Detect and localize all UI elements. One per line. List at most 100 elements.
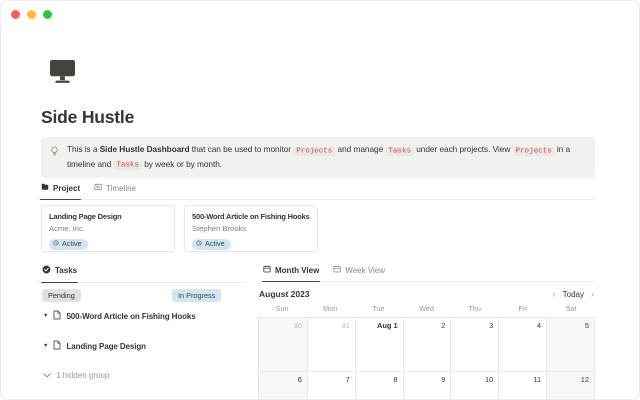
calendar-cell[interactable]: 7 <box>307 371 355 400</box>
calendar-cell[interactable]: 3 <box>450 318 498 371</box>
calendar-cell[interactable]: Aug 1 <box>355 318 403 371</box>
project-view-tabs: Project Timeline <box>36 181 595 200</box>
tab-month-view[interactable]: Month View <box>258 263 324 281</box>
callout-segment: Tasks <box>385 147 414 156</box>
app-window: Side Hustle This is a Side Hustle Dashbo… <box>0 0 640 400</box>
tab-label: Month View <box>275 266 319 275</box>
tab-label: Week View <box>345 266 385 275</box>
project-card[interactable]: Landing Page Design Acme, Inc. Active <box>41 205 175 252</box>
calendar-cell[interactable]: 10 <box>450 371 498 400</box>
callout-segment: Projects <box>293 147 335 156</box>
calendar-date-label: 30 <box>259 318 307 330</box>
calendar-date-label: 3 <box>451 318 498 330</box>
task-group-pill[interactable]: Pending <box>42 289 81 302</box>
callout: This is a Side Hustle Dashboard that can… <box>41 137 595 178</box>
status-badge-label: Active <box>62 240 82 248</box>
task-row-label: Landing Page Design <box>66 342 145 351</box>
calendar-cell[interactable]: 2 <box>403 318 451 371</box>
calendar-today-button[interactable]: Today <box>563 290 584 299</box>
status-badge: Active <box>49 239 88 250</box>
toggle-triangle-icon[interactable]: ▼ <box>43 311 48 321</box>
calendar-prev-button[interactable]: ‹ <box>553 289 556 299</box>
project-card-subtitle: Acme, Inc. <box>49 224 167 233</box>
calendar-date-label: 10 <box>451 372 498 384</box>
callout-segment: Side Hustle Dashboard <box>100 144 190 154</box>
project-cards: Landing Page DesignAcme, Inc.Active500-W… <box>41 205 595 252</box>
task-group-pills: Pending In Progress <box>37 289 246 302</box>
two-column-section: Tasks Pending In Progress ▼500-Word Artic… <box>37 263 595 400</box>
tasks-tabs: Tasks <box>37 263 246 283</box>
callout-segment: This is a <box>67 144 100 154</box>
task-rows: ▼500-Word Article on Fishing Hooks▼Landi… <box>37 311 246 351</box>
tab-timeline[interactable]: Timeline <box>89 181 141 199</box>
calendar-icon <box>263 265 271 275</box>
desktop-computer-icon[interactable] <box>49 59 595 84</box>
zoom-window-button[interactable] <box>43 10 52 19</box>
notion-page: Side Hustle This is a Side Hustle Dashbo… <box>1 1 639 400</box>
window-controls <box>11 10 52 19</box>
hidden-group-toggle[interactable]: 1 hidden group <box>37 371 246 380</box>
calendar-day-header: Thu <box>451 304 499 313</box>
calendar-date-label: Aug 1 <box>356 318 403 330</box>
calendar-day-header: Sat <box>547 304 595 313</box>
tab-label: Project <box>53 184 80 193</box>
calendar-cell[interactable]: 12 <box>546 371 594 400</box>
calendar-header: August 2023 ‹ Today › <box>258 289 595 299</box>
project-card[interactable]: 500-Word Article on Fishing HooksStephen… <box>184 205 318 252</box>
tab-week-view[interactable]: Week View <box>328 263 390 281</box>
calendar-day-header: Wed <box>402 304 450 313</box>
calendar-grid: 3031Aug 12345 6789101112 <box>258 317 595 400</box>
task-group-pill[interactable]: In Progress <box>172 289 221 302</box>
page-title: Side Hustle <box>41 106 595 128</box>
calendar-column: Month View Week View <box>258 263 595 400</box>
calendar-date-label: 11 <box>499 372 546 384</box>
callout-segment: and manage <box>335 144 385 154</box>
calendar-date-label: 9 <box>404 372 451 384</box>
callout-segment: Tasks <box>113 161 142 170</box>
status-badge: Active <box>192 239 231 250</box>
tab-project[interactable]: Project <box>36 181 85 199</box>
calendar-cell[interactable]: 9 <box>403 371 451 400</box>
calendar-day-headers: SunMonTueWedThuFriSat <box>258 304 595 317</box>
status-badge-label: Active <box>205 240 225 248</box>
task-row[interactable]: ▼ Landing Page Design <box>37 341 246 351</box>
calendar-cell[interactable]: 30 <box>259 318 307 371</box>
calendar-cell[interactable]: 4 <box>498 318 546 371</box>
minimize-window-button[interactable] <box>27 10 36 19</box>
chevron-down-icon <box>43 371 51 380</box>
calendar-date-label: 7 <box>308 372 355 384</box>
callout-segment: Projects <box>513 147 555 156</box>
folder-icon <box>41 183 49 193</box>
calendar-cell[interactable]: 11 <box>498 371 546 400</box>
page-icon <box>53 307 61 325</box>
close-window-button[interactable] <box>11 10 20 19</box>
timeline-icon <box>94 183 102 193</box>
calendar-next-button[interactable]: › <box>591 289 594 299</box>
calendar-cell[interactable]: 8 <box>355 371 403 400</box>
calendar-cell[interactable]: 5 <box>546 318 594 371</box>
light-bulb-icon <box>50 144 59 162</box>
task-row[interactable]: ▼500-Word Article on Fishing Hooks <box>37 311 246 321</box>
calendar-date-label: 8 <box>356 372 403 384</box>
calendar-nav: ‹ Today › <box>553 289 594 299</box>
clock-icon <box>196 240 202 248</box>
tab-tasks[interactable]: Tasks <box>37 263 82 282</box>
calendar-date-label: 5 <box>547 318 594 330</box>
clock-icon <box>53 240 59 248</box>
project-card-title: Landing Page Design <box>49 212 167 222</box>
calendar-cell[interactable]: 31 <box>307 318 355 371</box>
calendar-date-label: 12 <box>547 372 594 384</box>
calendar-day-header: Fri <box>499 304 547 313</box>
callout-text: This is a Side Hustle Dashboard that can… <box>67 143 585 172</box>
tasks-column: Tasks Pending In Progress ▼500-Word Artic… <box>37 263 246 400</box>
calendar-date-label: 2 <box>404 318 451 330</box>
calendar-view-tabs: Month View Week View <box>258 263 595 282</box>
calendar-date-label: 6 <box>259 372 307 384</box>
project-card-title: 500-Word Article on Fishing Hooks <box>192 212 310 222</box>
calendar-date-label: 31 <box>308 318 355 330</box>
check-circle-icon <box>42 265 51 276</box>
calendar-cell[interactable]: 6 <box>259 371 307 400</box>
calendar-date-label: 4 <box>499 318 546 330</box>
toggle-triangle-icon[interactable]: ▼ <box>43 341 48 351</box>
callout-segment: by week or by month. <box>142 159 222 169</box>
